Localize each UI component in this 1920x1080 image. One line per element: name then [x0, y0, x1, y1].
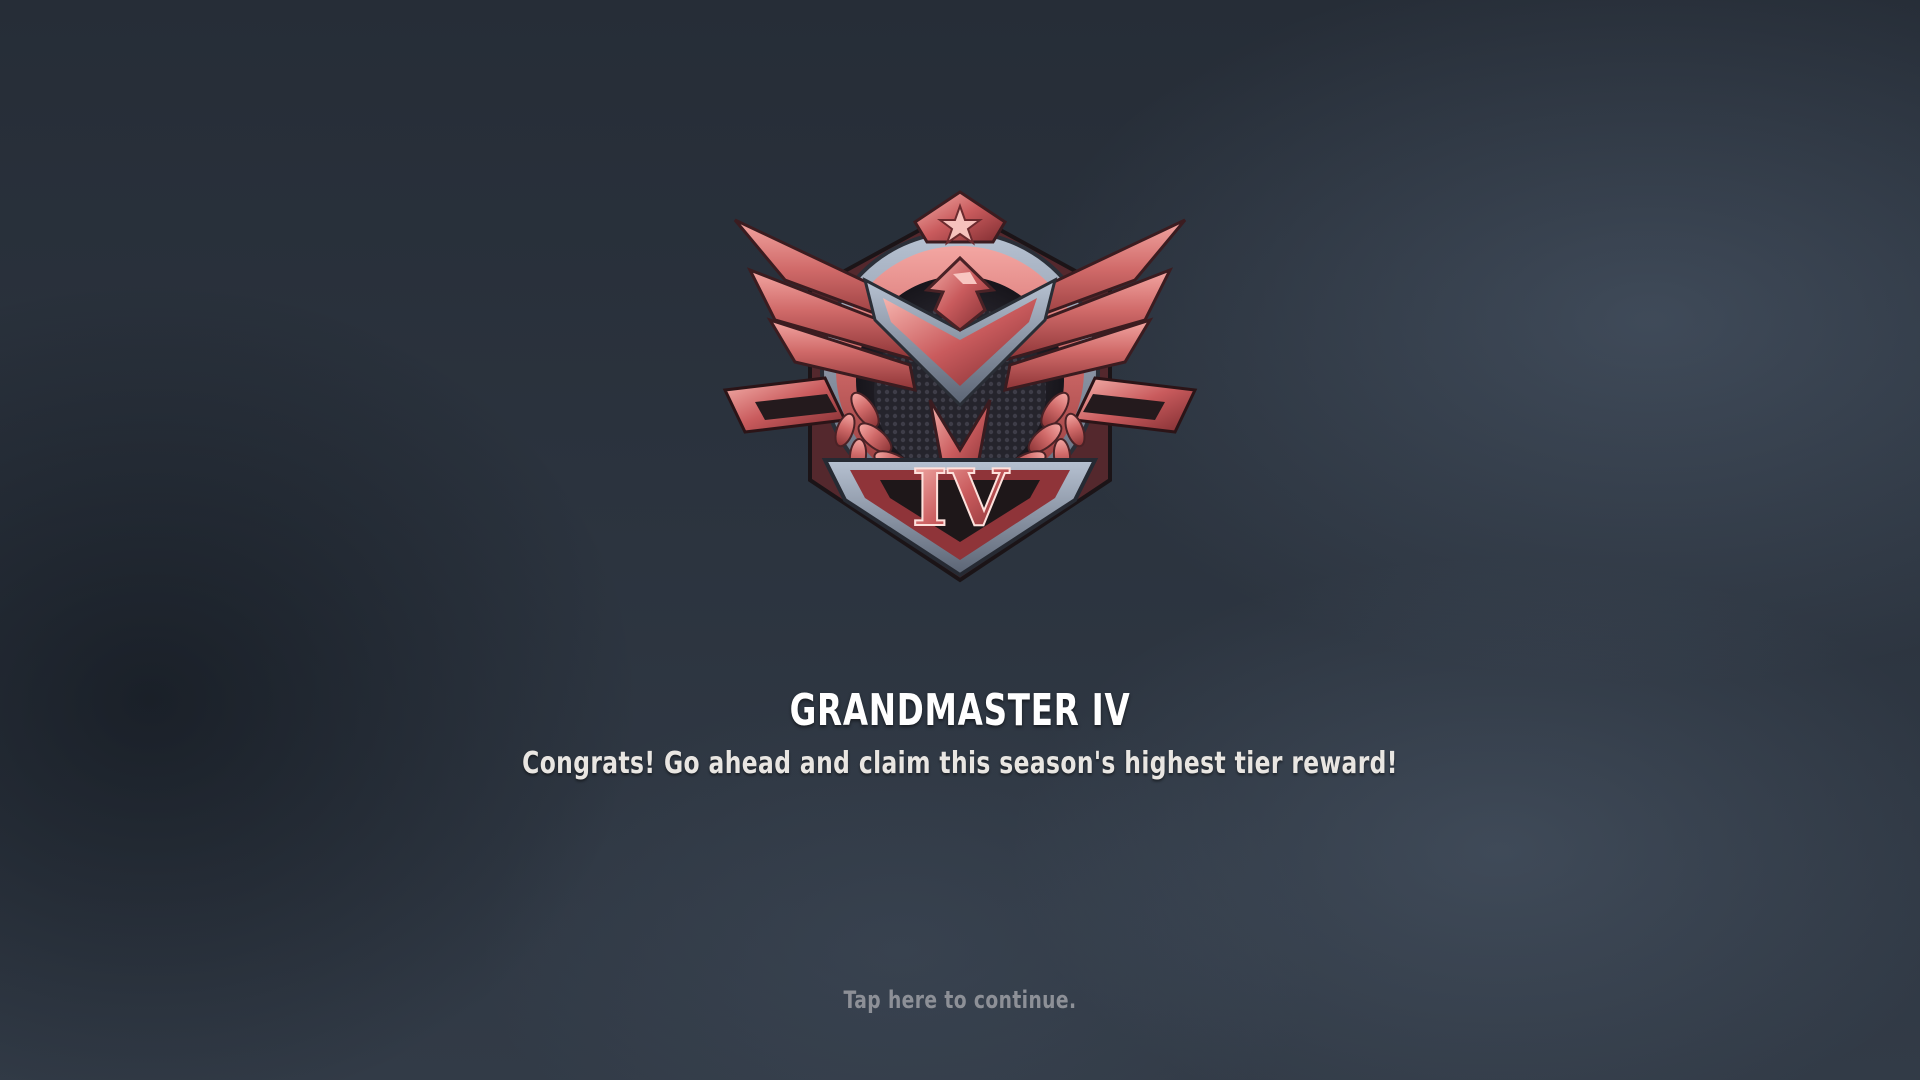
grandmaster-rank-emblem-icon: IV	[715, 180, 1205, 600]
tier-numeral: IV	[911, 453, 1009, 544]
rank-up-screen[interactable]: IV GRANDMASTER IV Congrats! Go ahead and…	[0, 0, 1920, 1080]
rank-title: GRANDMASTER IV	[789, 685, 1131, 736]
tap-to-continue-prompt[interactable]: Tap here to continue.	[211, 986, 1709, 1014]
rank-message: Congrats! Go ahead and claim this season…	[522, 746, 1398, 781]
